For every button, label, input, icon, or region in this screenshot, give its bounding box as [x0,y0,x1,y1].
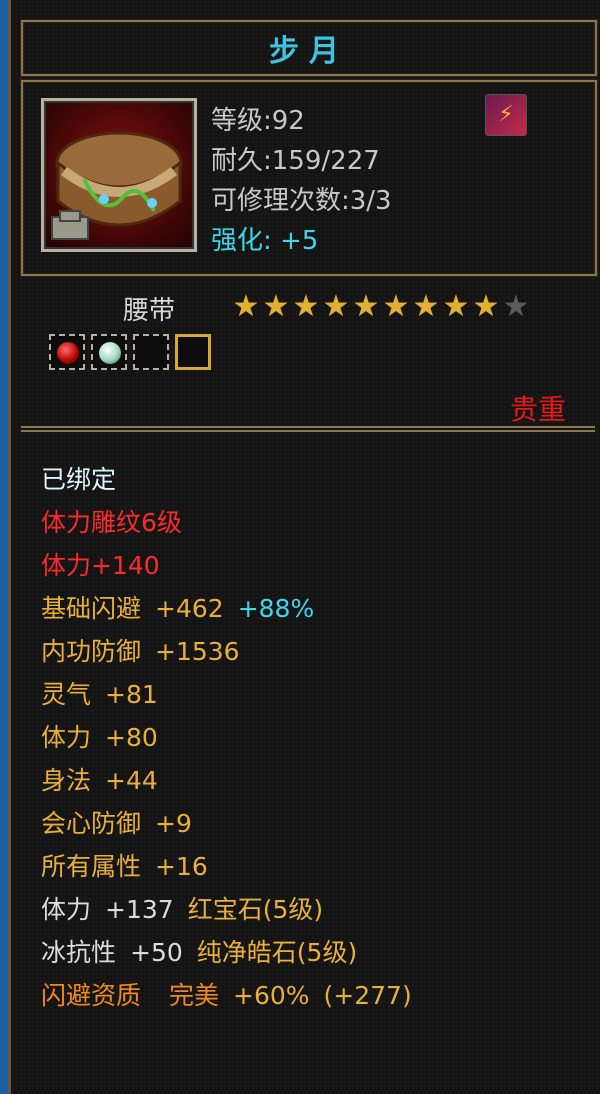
bound-status: 已绑定 [41,465,117,494]
carving-bonus-line: 体力+140 [41,551,160,580]
attribute-list: 已绑定 体力雕纹6级 体力+140 基础闪避 +462 +88% 内功防御 +1536… [41,458,412,1017]
attr-name: 内功防御 [41,637,142,666]
attr-name: 冰抗性 [41,938,117,967]
all-attributes-line: 所有属性 +16 [41,845,412,888]
section-divider [21,426,595,432]
star-icon: ★ [232,289,260,324]
title-bar: 步月 [21,20,597,76]
item-info-box: 等级:92 耐久:159/227 可修理次数:3/3 强化: +5 ⚡ [21,80,597,276]
attr-name: 体力 [41,723,92,752]
skill-flame-icon: ⚡ [485,94,527,136]
attr-name: 基础闪避 [41,594,142,623]
star-icon: ★ [472,289,500,324]
carving-line: 体力雕纹6级 [41,508,182,537]
attr-value: +81 [105,680,158,709]
attr-name: 灵气 [41,680,92,709]
attr-value: +462 [155,594,224,623]
star-icon: ★ [292,289,320,324]
item-tooltip-panel: 步月 等级:92 耐久:159/227 可修理次数:3/3 强化: +5 ⚡ 腰… [8,0,600,1094]
attr-value: +80 [105,723,158,752]
empty-gem-socket[interactable] [133,334,169,370]
item-name: 步月 [269,34,349,69]
item-enhance: 强化: +5 [211,226,319,256]
attr-name: 身法 [41,766,92,795]
attr-value: +16 [155,852,208,881]
item-type: 腰带 [123,296,176,326]
aptitude-bonus: (+277) [323,981,412,1010]
item-repair-count: 可修理次数:3/3 [211,186,392,216]
item-rarity: 贵重 [509,393,566,426]
attr-name: 闪避资质 [41,981,142,1010]
attr-name: 会心防御 [41,809,142,838]
star-icon: ★ [262,289,290,324]
stamina-line: 体力 +80 [41,716,412,759]
empty-gem-socket-highlight[interactable] [175,334,211,370]
dodge-line: 基础闪避 +462 +88% [41,587,412,630]
crit-defense-line: 会心防御 +9 [41,802,412,845]
attr-name: 所有属性 [41,852,142,881]
item-level: 等级:92 [211,106,305,136]
gem-stat-line: 冰抗性 +50 纯净皓石(5级) [41,931,412,974]
attr-value: +9 [155,809,192,838]
attr-value: +1536 [155,637,240,666]
attr-value: +137 [105,895,174,924]
white-gem-icon [99,342,121,364]
star-icon: ★ [442,289,470,324]
inner-defense-line: 内功防御 +1536 [41,630,412,673]
spirit-line: 灵气 +81 [41,673,412,716]
star-icon: ★ [352,289,380,324]
star-icon: ★ [322,289,350,324]
attr-value: +44 [105,766,158,795]
gem-sockets [49,334,211,370]
attr-percent: +88% [237,594,315,623]
agility-line: 身法 +44 [41,759,412,802]
gem-socket[interactable] [91,334,127,370]
attr-value: +50 [130,938,183,967]
star-empty-icon: ★ [502,289,530,324]
star-icon: ★ [412,289,440,324]
red-gem-icon [57,342,79,364]
aptitude-grade: 完美 [169,981,220,1010]
gem-name: 红宝石(5级) [187,895,324,924]
item-durability: 耐久:159/227 [211,146,380,176]
gem-socket[interactable] [49,334,85,370]
gem-stat-line: 体力 +137 红宝石(5级) [41,888,412,931]
gem-name: 纯净皓石(5级) [196,938,358,967]
star-rating: ★ ★ ★ ★ ★ ★ ★ ★ ★ ★ [231,292,531,322]
aptitude-line: 闪避资质 完美 +60% (+277) [41,974,412,1017]
attr-percent: +60% [233,981,310,1010]
attr-name: 体力 [41,895,92,924]
star-icon: ★ [382,289,410,324]
belt-item-icon [41,98,197,252]
